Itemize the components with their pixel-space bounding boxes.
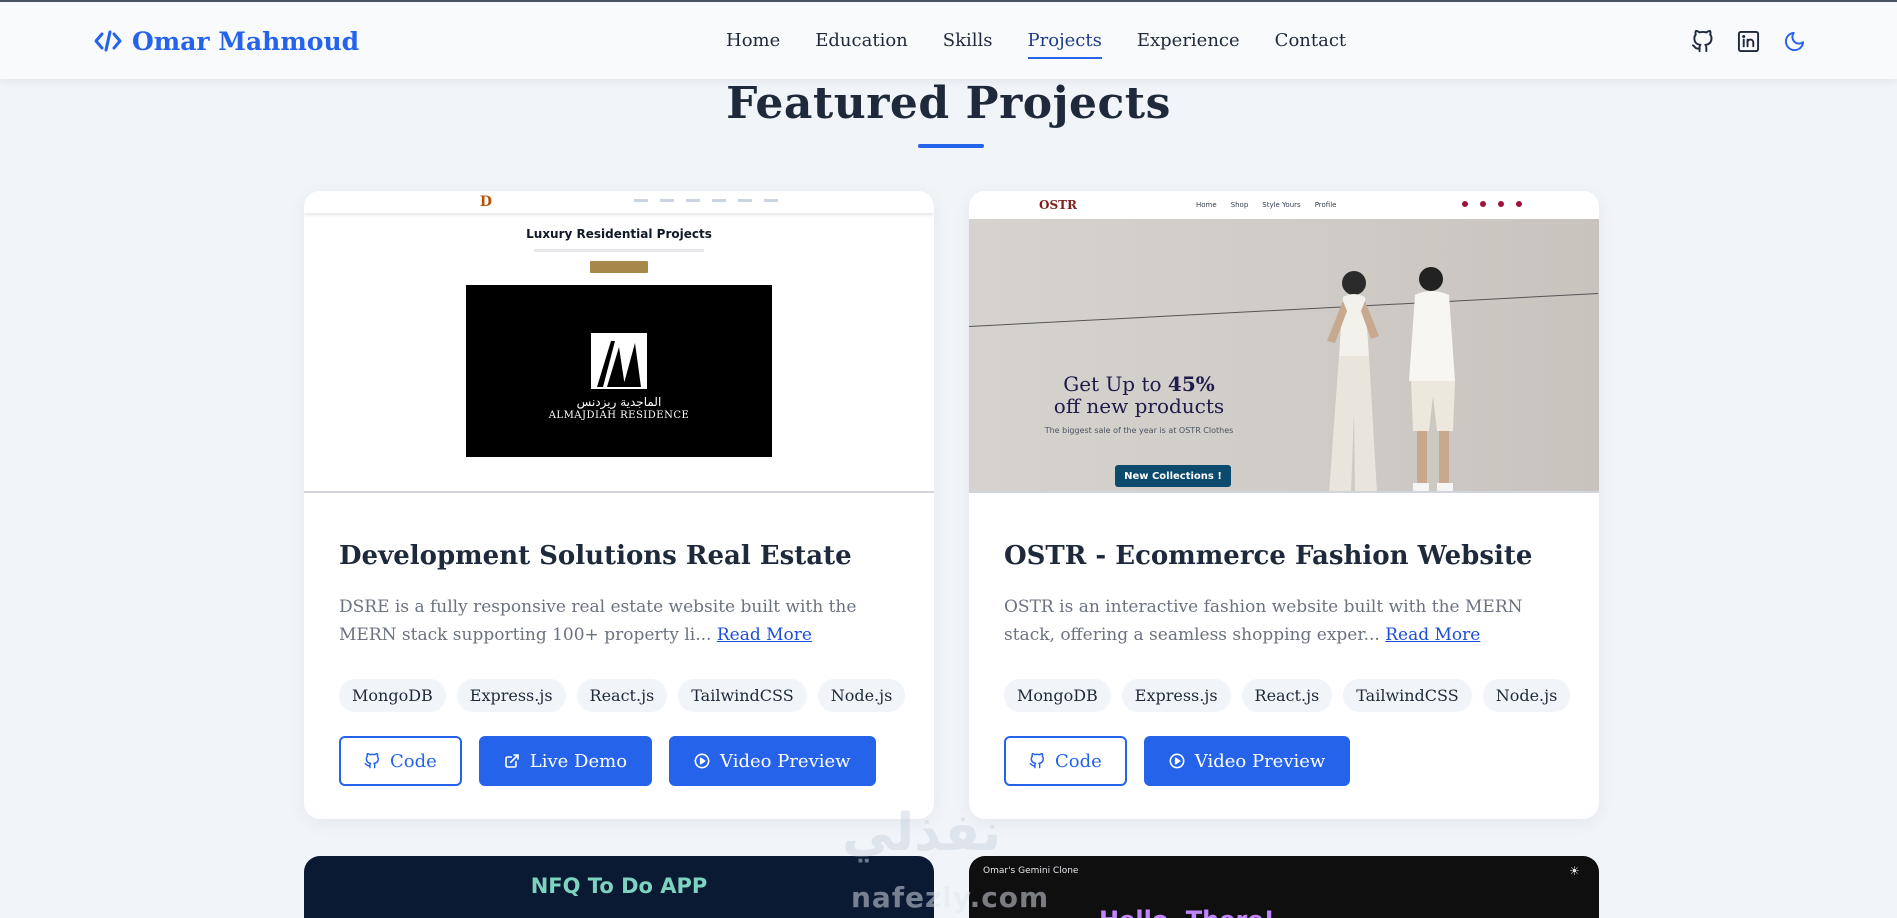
code-button[interactable]: Code: [339, 736, 462, 786]
project-card-dsre: D Luxury Residential Projects الماجدية ر…: [304, 191, 934, 819]
project-title: Development Solutions Real Estate: [339, 541, 852, 571]
preview-nav-shop: Shop: [1230, 201, 1249, 209]
code-button-label: Code: [1055, 750, 1102, 772]
models-photo-icon: [1327, 267, 1455, 491]
preview-subtext: [534, 249, 704, 252]
live-demo-button[interactable]: Live Demo: [478, 736, 653, 786]
main-nav: Home Education Skills Projects Experienc…: [726, 26, 1381, 59]
headline-part-2: off new products: [1053, 394, 1225, 418]
project-description: DSRE is a fully responsive real estate w…: [339, 593, 909, 649]
code-icon: [94, 30, 122, 52]
logo-text: Omar Mahmoud: [132, 26, 360, 56]
section-title: Featured Projects: [726, 78, 1171, 129]
preview-nav-home: Home: [1196, 201, 1217, 209]
code-button-label: Code: [390, 750, 437, 772]
headline-part-1: Get Up to: [1063, 372, 1168, 396]
preview-nav-links: Home Shop Style Yours Profile: [1196, 201, 1336, 209]
nav-home[interactable]: Home: [726, 26, 780, 59]
project-description: OSTR is an interactive fashion website b…: [1004, 593, 1574, 649]
tag-tailwind: TailwindCSS: [1343, 679, 1472, 712]
brand-mark-icon: [591, 333, 647, 389]
video-preview-button[interactable]: Video Preview: [1143, 736, 1351, 786]
project-actions: Code Video Preview: [1004, 736, 1351, 786]
watermark-arabic: نفذلي: [842, 803, 1002, 863]
tag-mongodb: MongoDB: [339, 679, 446, 712]
tag-mongodb: MongoDB: [1004, 679, 1111, 712]
video-preview-label: Video Preview: [720, 750, 851, 772]
preview-nav-links: [634, 199, 778, 202]
title-underline: [918, 144, 984, 148]
preview-nav-style: Style Yours: [1262, 201, 1301, 209]
nav-skills[interactable]: Skills: [943, 26, 993, 59]
video-preview-label: Video Preview: [1194, 750, 1326, 772]
watermark: نفذلي nafezly.com: [836, 803, 1066, 918]
preview-nav-profile: Profile: [1314, 201, 1337, 209]
play-circle-icon: [694, 753, 710, 769]
nav-projects[interactable]: Projects: [1027, 26, 1103, 59]
project-card-ostr: OSTR Home Shop Style Yours Profile Get U…: [969, 191, 1599, 819]
preview-logo: D: [479, 194, 492, 210]
play-circle-icon: [1169, 753, 1185, 769]
github-icon: [364, 753, 379, 769]
preview-navbar: OSTR Home Shop Style Yours Profile: [969, 191, 1599, 219]
nav-education[interactable]: Education: [815, 26, 908, 59]
nav-contact[interactable]: Contact: [1275, 26, 1346, 59]
brand-name-arabic: الماجدية ريزدنس: [576, 395, 662, 409]
tag-node: Node.js: [1482, 679, 1571, 712]
sun-icon: ☀: [1569, 864, 1580, 878]
nav-experience[interactable]: Experience: [1137, 26, 1240, 59]
project-screenshot[interactable]: OSTR Home Shop Style Yours Profile Get U…: [969, 191, 1599, 493]
tag-tailwind: TailwindCSS: [678, 679, 807, 712]
tech-tags: MongoDB Express.js React.js TailwindCSS …: [1004, 679, 1571, 712]
tech-tags: MongoDB Express.js React.js TailwindCSS …: [339, 679, 906, 712]
project-title: OSTR - Ecommerce Fashion Website: [1004, 541, 1533, 571]
project-screenshot[interactable]: D Luxury Residential Projects الماجدية ر…: [304, 191, 934, 493]
brand-name-english: ALMAJDIAH RESIDENCE: [548, 410, 690, 421]
project-actions: Code Live Demo Video Preview: [339, 736, 876, 786]
gemini-preview-greeting: Hello, There!: [1099, 906, 1275, 918]
preview-navbar: D: [304, 191, 934, 213]
tag-node: Node.js: [817, 679, 906, 712]
watermark-english: nafezly.com: [851, 881, 1050, 914]
preview-button: [590, 261, 648, 273]
header-icons: [1689, 28, 1807, 54]
read-more-link[interactable]: Read More: [1385, 625, 1480, 645]
linkedin-icon[interactable]: [1735, 28, 1761, 54]
github-icon: [1029, 753, 1044, 769]
preview-cta-button: New Collections !: [1115, 465, 1231, 487]
github-icon[interactable]: [1689, 28, 1715, 54]
preview-nav-icons: [1462, 201, 1522, 207]
preview-video: الماجدية ريزدنس ALMAJDIAH RESIDENCE: [466, 285, 772, 457]
headline-percent: 45%: [1167, 372, 1215, 396]
preview-headline: Get Up to 45% off new products: [1019, 373, 1259, 417]
preview-hero-background: [969, 219, 1599, 491]
tag-react: React.js: [1241, 679, 1333, 712]
tag-express: Express.js: [456, 679, 566, 712]
preview-subtext: The biggest sale of the year is at OSTR …: [1044, 426, 1234, 435]
preview-heading: Luxury Residential Projects: [526, 227, 712, 241]
video-preview-button[interactable]: Video Preview: [669, 736, 876, 786]
live-demo-label: Live Demo: [529, 750, 628, 772]
tag-react: React.js: [576, 679, 668, 712]
logo[interactable]: Omar Mahmoud: [94, 25, 359, 57]
moon-icon[interactable]: [1781, 28, 1807, 54]
code-button[interactable]: Code: [1004, 736, 1127, 786]
tag-express: Express.js: [1121, 679, 1231, 712]
preview-logo: OSTR: [1039, 198, 1078, 212]
site-header: Omar Mahmoud Home Education Skills Proje…: [0, 2, 1897, 79]
read-more-link[interactable]: Read More: [717, 625, 812, 645]
external-link-icon: [504, 754, 519, 768]
